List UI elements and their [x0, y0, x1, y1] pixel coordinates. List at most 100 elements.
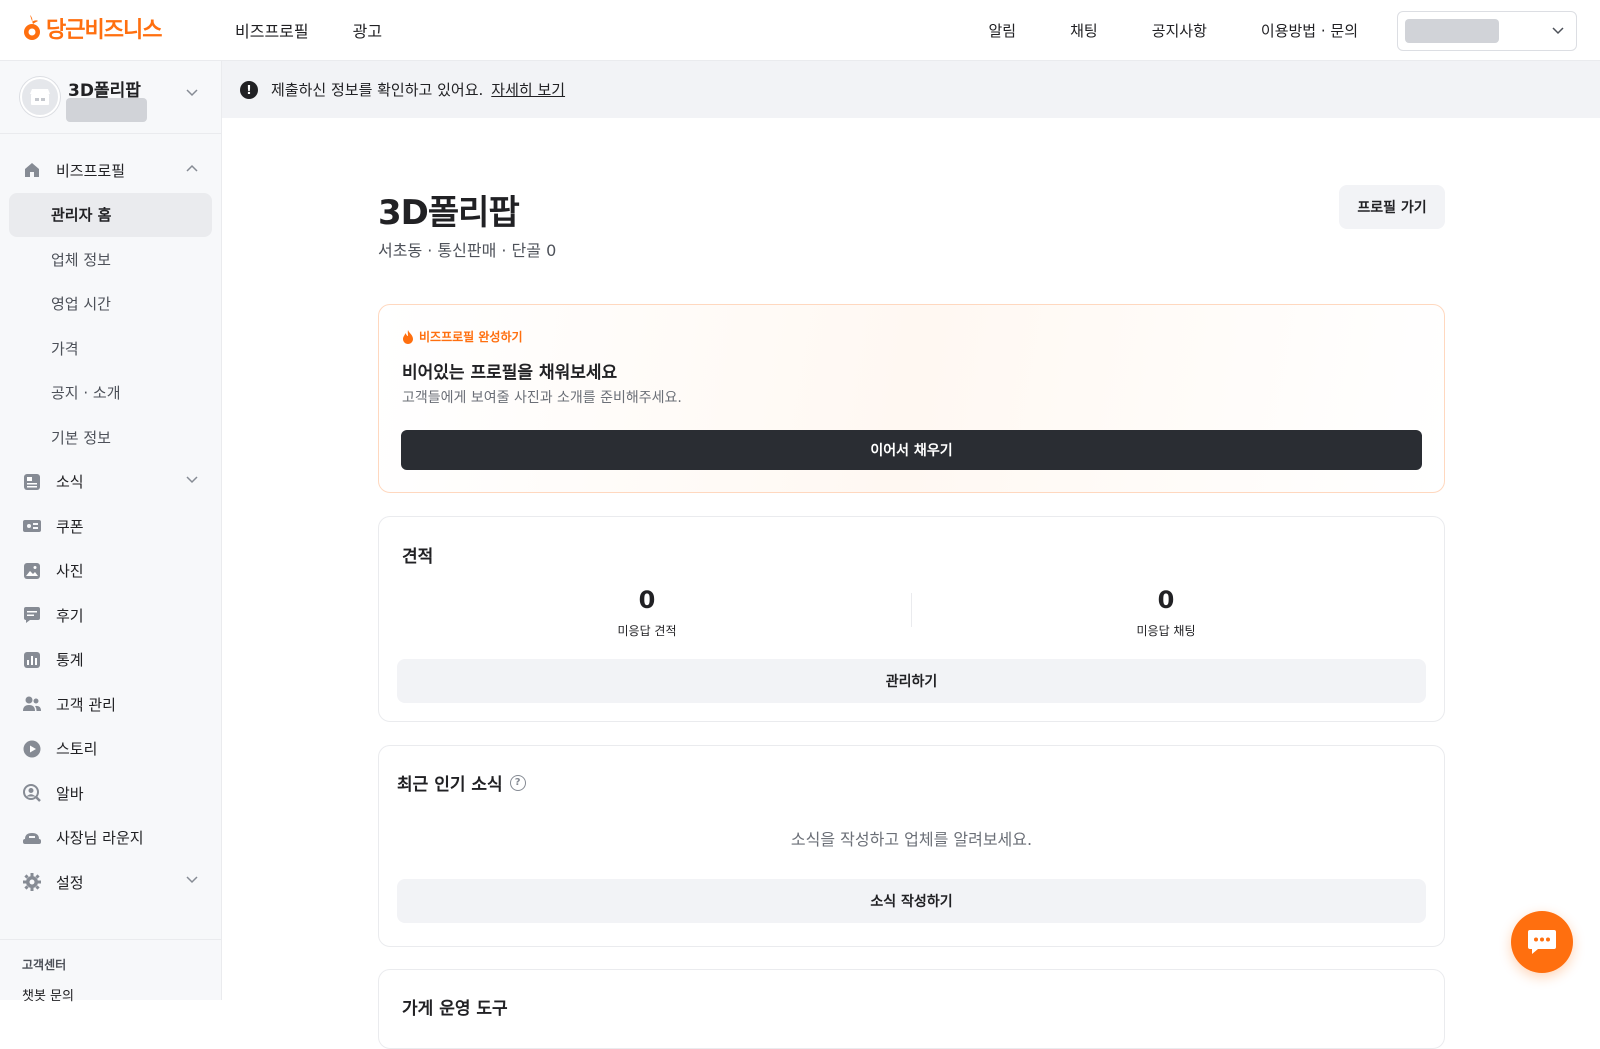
chevron-down-icon [1552, 27, 1564, 35]
lounge-icon [22, 828, 42, 848]
profile-completion-card: 비즈프로필 완성하기 비어있는 프로필을 채워보세요 고객들에게 보여줄 사진과… [378, 304, 1445, 493]
account-dropdown[interactable] [1397, 11, 1577, 51]
nav-ads[interactable]: 광고 [353, 18, 382, 42]
sidebar-menu: 비즈프로필 관리자 홈 업체 정보 영업 시간 가격 공지 · 소개 기본 정보… [0, 134, 221, 905]
nav-help[interactable]: 이용방법 · 문의 [1261, 20, 1358, 41]
sidebar-item-photo[interactable]: 사진 [0, 549, 221, 594]
help-icon[interactable]: ? [509, 774, 526, 791]
sidebar-item-label: 비즈프로필 [56, 161, 126, 180]
completion-tag: 비즈프로필 완성하기 [402, 328, 523, 345]
sidebar-item-customers[interactable]: 고객 관리 [0, 682, 221, 727]
store-icon [30, 89, 50, 105]
stats-icon [22, 650, 42, 670]
brand-logo[interactable]: 당근비즈니스 [22, 12, 162, 44]
sidebar-item-label: 소식 [56, 473, 84, 492]
continue-filling-button[interactable]: 이어서 채우기 [401, 430, 1422, 470]
nav-notifications[interactable]: 알림 [988, 20, 1016, 41]
flame-icon [403, 329, 413, 344]
sidebar: 3D폴리팝 비즈프로필 관리자 홈 업체 정보 영업 시간 가격 공지 · 소개… [0, 61, 222, 1004]
store-tools-card: 가게 운영 도구 [378, 969, 1445, 1049]
chevron-down-icon [186, 475, 198, 483]
sidebar-footer: 고객센터 챗봇 문의 [0, 939, 221, 1020]
stat-value: 0 [638, 586, 656, 614]
news-card-title-text: 최근 인기 소식 [397, 775, 503, 795]
sidebar-item-label: 후기 [56, 606, 84, 625]
sidebar-item-label: 통계 [56, 651, 84, 670]
support-section-label: 고객센터 [22, 958, 67, 972]
completion-title: 비어있는 프로필을 채워보세요 [402, 363, 618, 383]
review-icon [22, 605, 42, 625]
sidebar-item-coupon[interactable]: 쿠폰 [0, 504, 221, 549]
sidebar-subitem-hours[interactable]: 영업 시간 [0, 282, 221, 327]
manage-quotes-button[interactable]: 관리하기 [397, 659, 1426, 703]
write-news-button[interactable]: 소식 작성하기 [397, 879, 1426, 923]
sidebar-item-lounge[interactable]: 사장님 라운지 [0, 816, 221, 861]
chevron-up-icon [186, 164, 198, 172]
top-navigation: 당근비즈니스 비즈프로필 광고 알림 채팅 공지사항 이용방법 · 문의 [0, 0, 1600, 61]
carrot-logo-icon [24, 15, 40, 40]
sidebar-item-stats[interactable]: 통계 [0, 638, 221, 683]
gear-icon [22, 872, 42, 892]
tools-card-title: 가게 운영 도구 [402, 999, 508, 1019]
sidebar-item-settings[interactable]: 설정 [0, 860, 221, 905]
customers-icon [22, 694, 42, 714]
sidebar-item-label: 사진 [56, 562, 84, 581]
nav-chat[interactable]: 채팅 [1070, 20, 1098, 41]
stat-label: 미응답 채팅 [1136, 624, 1196, 638]
sidebar-item-label: 고객 관리 [56, 695, 116, 714]
unanswered-chats-stat: 0 미응답 채팅 [1016, 586, 1316, 639]
sidebar-item-news[interactable]: 소식 [0, 460, 221, 505]
nav-bizprofile[interactable]: 비즈프로필 [235, 18, 309, 42]
completion-description: 고객들에게 보여줄 사진과 소개를 준비해주세요. [402, 390, 682, 406]
notice-details-link[interactable]: 자세히 보기 [491, 79, 565, 100]
alert-icon: ! [240, 80, 258, 99]
stat-value: 0 [1157, 586, 1175, 614]
news-empty-text: 소식을 작성하고 업체를 알려보세요. [790, 830, 1033, 849]
sidebar-subitem-admin-home[interactable]: 관리자 홈 [9, 192, 212, 237]
brand-name: 당근비즈니스 [46, 18, 162, 43]
quote-card-title: 견적 [402, 547, 434, 567]
completion-tag-label: 비즈프로필 완성하기 [419, 330, 523, 344]
sidebar-item-label: 설정 [56, 873, 84, 892]
page-title: 3D폴리팝 [378, 193, 520, 233]
business-id-redacted [66, 98, 147, 122]
account-name-redacted [1405, 19, 1499, 43]
stat-label: 미응답 견적 [617, 624, 677, 638]
nav-announcements[interactable]: 공지사항 [1152, 20, 1207, 41]
popular-news-card: 최근 인기 소식 ? 소식을 작성하고 업체를 알려보세요. 소식 작성하기 [378, 745, 1445, 947]
sidebar-item-label: 쿠폰 [56, 517, 84, 536]
chatbot-inquiry-link[interactable]: 챗봇 문의 [22, 985, 199, 1004]
go-to-profile-button[interactable]: 프로필 가기 [1339, 185, 1445, 229]
job-icon [22, 783, 42, 803]
sidebar-subitem-price[interactable]: 가격 [0, 326, 221, 371]
secondary-nav: 알림 채팅 공지사항 이용방법 · 문의 [988, 0, 1358, 60]
sidebar-item-job[interactable]: 알바 [0, 771, 221, 816]
notice-text: 제출하신 정보를 확인하고 있어요. [271, 81, 484, 99]
business-switcher[interactable]: 3D폴리팝 [0, 61, 221, 134]
home-icon [22, 160, 42, 180]
chat-bubble-icon [1528, 930, 1556, 954]
sidebar-subitem-basic-info[interactable]: 기본 정보 [0, 415, 221, 460]
story-icon [22, 739, 42, 759]
sidebar-item-label: 스토리 [56, 740, 98, 759]
chat-support-button[interactable] [1511, 911, 1573, 973]
unanswered-quotes-stat: 0 미응답 견적 [497, 586, 797, 639]
sidebar-subitem-notice-intro[interactable]: 공지 · 소개 [0, 371, 221, 416]
chevron-down-icon [186, 89, 198, 97]
page-subtitle: 서초동 · 통신판매 · 단골 0 [378, 241, 557, 260]
news-card-title: 최근 인기 소식 ? [397, 770, 526, 795]
sidebar-item-label: 알바 [56, 784, 84, 803]
review-status-notice: ! 제출하신 정보를 확인하고 있어요. 자세히 보기 [222, 61, 1600, 118]
sidebar-item-review[interactable]: 후기 [0, 593, 221, 638]
primary-nav: 비즈프로필 광고 [235, 0, 382, 60]
news-icon [22, 472, 42, 492]
photo-icon [22, 561, 42, 581]
quote-card: 견적 0 미응답 견적 0 미응답 채팅 관리하기 [378, 516, 1445, 722]
coupon-icon [22, 516, 42, 536]
sidebar-subitem-business-info[interactable]: 업체 정보 [0, 237, 221, 282]
sidebar-item-story[interactable]: 스토리 [0, 727, 221, 772]
avatar [20, 77, 60, 117]
stat-divider [911, 593, 912, 627]
sidebar-item-bizprofile[interactable]: 비즈프로필 [0, 148, 221, 193]
sidebar-item-label: 사장님 라운지 [56, 829, 144, 848]
